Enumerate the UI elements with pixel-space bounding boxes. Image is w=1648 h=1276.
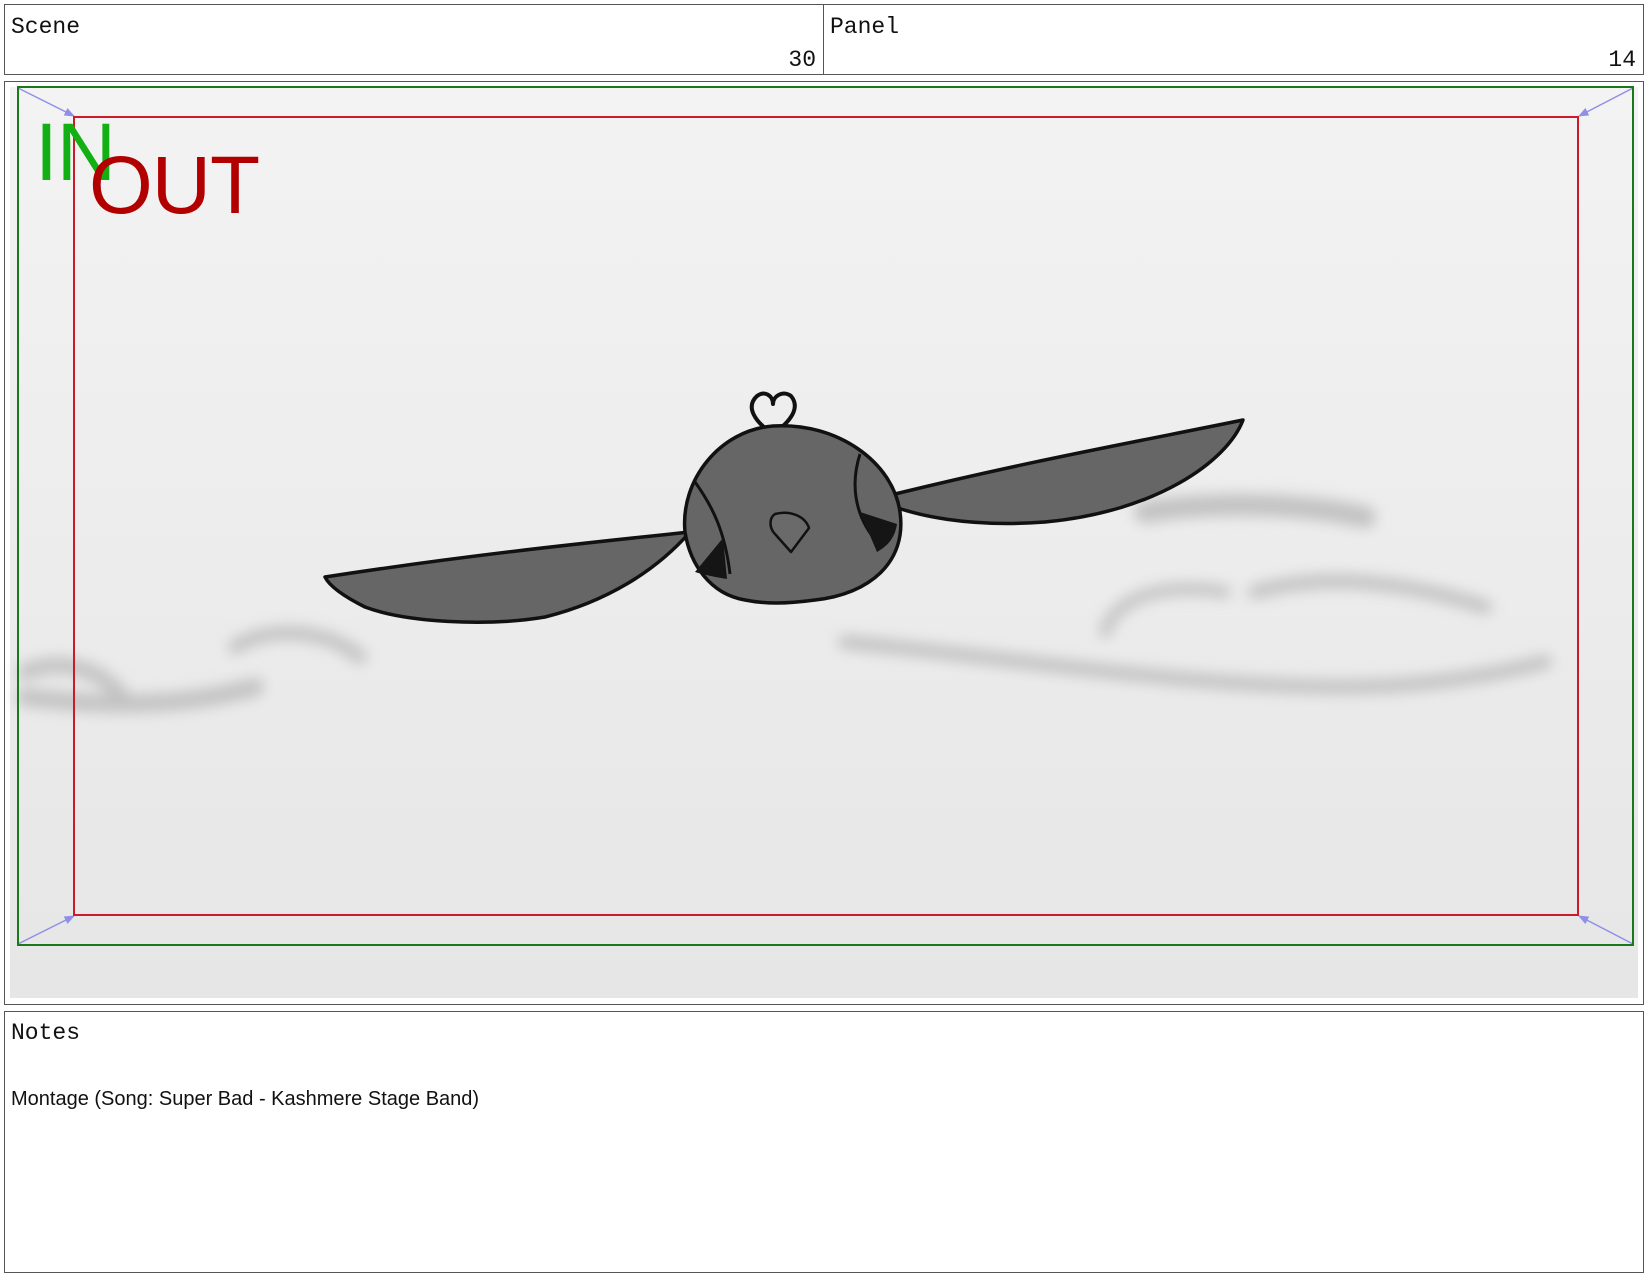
storyboard-frame: IN OUT <box>4 81 1644 1005</box>
scene-number: 30 <box>788 47 816 73</box>
out-label: OUT <box>89 140 260 231</box>
notes-text: Montage (Song: Super Bad - Kashmere Stag… <box>11 1088 480 1110</box>
scene-field: Scene 30 <box>4 4 824 75</box>
scene-label: Scene <box>11 14 81 40</box>
panel-label: Panel <box>830 14 900 40</box>
notes-label: Notes <box>11 1020 81 1046</box>
notes-field: Notes Montage (Song: Super Bad - Kashmer… <box>4 1011 1644 1273</box>
panel-field: Panel 14 <box>823 4 1644 75</box>
panel-number: 14 <box>1608 47 1636 73</box>
